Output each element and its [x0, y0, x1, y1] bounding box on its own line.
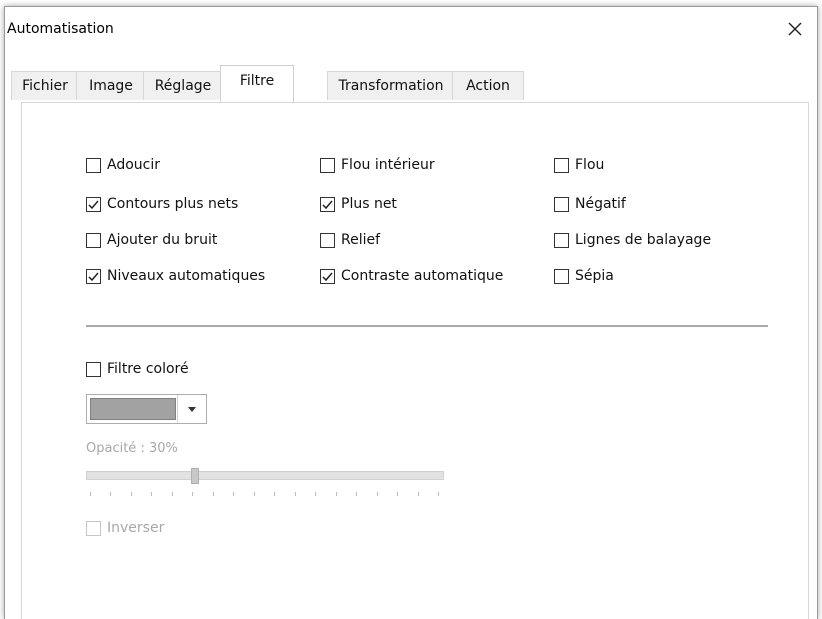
- checkbox-label: Sépia: [575, 268, 614, 284]
- chevron-down-icon: [188, 406, 196, 412]
- color-picker-dropdown[interactable]: [86, 394, 207, 424]
- checkbox-label: Relief: [341, 232, 381, 248]
- checkbox-label: Niveaux automatiques: [107, 268, 266, 284]
- checkbox-box[interactable]: [86, 361, 101, 377]
- filter-panel: Adoucir Flou intérieur Flou Contours plu…: [21, 102, 809, 619]
- checkbox-box[interactable]: [86, 268, 101, 284]
- opacity-slider[interactable]: [86, 468, 444, 484]
- checkbox-sepia[interactable]: Sépia: [554, 268, 614, 284]
- checkmark-icon: [322, 272, 333, 281]
- slider-tick: [90, 492, 91, 496]
- tab-filtre[interactable]: Filtre: [220, 65, 294, 102]
- slider-tick: [110, 492, 111, 496]
- title-bar: Automatisation: [5, 7, 817, 51]
- opacity-label: Opacité : 30%: [86, 441, 178, 456]
- checkbox-plus-net[interactable]: Plus net: [320, 196, 397, 212]
- slider-thumb[interactable]: [191, 468, 199, 484]
- checkmark-icon: [322, 200, 333, 209]
- checkbox-relief[interactable]: Relief: [320, 232, 380, 248]
- checkbox-label: Flou: [575, 157, 605, 173]
- slider-tick: [438, 492, 439, 496]
- checkbox-adoucir[interactable]: Adoucir: [86, 157, 160, 173]
- checkbox-box[interactable]: [554, 196, 569, 212]
- automation-dialog: Automatisation Fichier Image Réglage Fil…: [4, 6, 818, 619]
- checkbox-box[interactable]: [86, 157, 101, 173]
- window-title: Automatisation: [7, 21, 114, 37]
- checkbox-lignes-de-balayage[interactable]: Lignes de balayage: [554, 232, 711, 248]
- checkbox-label: Flou intérieur: [341, 157, 435, 173]
- checkbox-label: Négatif: [575, 196, 626, 212]
- slider-tick: [172, 492, 173, 496]
- checkbox-flou[interactable]: Flou: [554, 157, 604, 173]
- dropdown-button[interactable]: [177, 395, 206, 423]
- checkbox-box[interactable]: [320, 232, 335, 248]
- slider-tick: [192, 492, 193, 496]
- tab-action[interactable]: Action: [452, 71, 524, 100]
- checkbox-filtre-colore[interactable]: Filtre coloré: [86, 361, 189, 377]
- checkbox-box[interactable]: [86, 196, 101, 212]
- slider-tick: [295, 492, 296, 496]
- slider-tick: [356, 492, 357, 496]
- checkbox-label: Filtre coloré: [107, 361, 189, 377]
- close-icon: [788, 22, 802, 36]
- checkbox-flou-interieur[interactable]: Flou intérieur: [320, 157, 435, 173]
- checkbox-negatif[interactable]: Négatif: [554, 196, 626, 212]
- slider-tick: [315, 492, 316, 496]
- checkbox-niveaux-automatiques[interactable]: Niveaux automatiques: [86, 268, 265, 284]
- checkbox-inverser[interactable]: Inverser: [86, 520, 164, 536]
- tab-reglage[interactable]: Réglage: [143, 71, 223, 100]
- checkbox-label: Lignes de balayage: [575, 232, 712, 248]
- checkbox-box[interactable]: [320, 196, 335, 212]
- checkbox-label: Ajouter du bruit: [107, 232, 218, 248]
- slider-ticks: [86, 492, 444, 496]
- separator: [86, 325, 768, 327]
- checkbox-label: Inverser: [107, 520, 165, 536]
- tab-fichier[interactable]: Fichier: [11, 71, 79, 100]
- checkbox-box[interactable]: [554, 268, 569, 284]
- tab-transformation[interactable]: Transformation: [327, 71, 455, 100]
- checkbox-box[interactable]: [320, 157, 335, 173]
- checkbox-ajouter-du-bruit[interactable]: Ajouter du bruit: [86, 232, 217, 248]
- slider-tick: [377, 492, 378, 496]
- checkbox-box[interactable]: [554, 232, 569, 248]
- checkbox-contours-plus-nets[interactable]: Contours plus nets: [86, 196, 238, 212]
- checkbox-label: Contours plus nets: [107, 196, 239, 212]
- slider-tick: [274, 492, 275, 496]
- slider-tick: [254, 492, 255, 496]
- slider-tick: [336, 492, 337, 496]
- checkbox-box[interactable]: [86, 520, 101, 536]
- slider-tick: [151, 492, 152, 496]
- checkbox-label: Plus net: [341, 196, 397, 212]
- checkmark-icon: [88, 200, 99, 209]
- checkmark-icon: [88, 272, 99, 281]
- checkbox-label: Contraste automatique: [341, 268, 504, 284]
- checkbox-box[interactable]: [554, 157, 569, 173]
- slider-tick: [418, 492, 419, 496]
- slider-tick: [233, 492, 234, 496]
- slider-tick: [131, 492, 132, 496]
- checkbox-box[interactable]: [86, 232, 101, 248]
- checkbox-label: Adoucir: [107, 157, 160, 173]
- slider-tick: [397, 492, 398, 496]
- tab-image[interactable]: Image: [76, 71, 146, 100]
- close-button[interactable]: [777, 13, 813, 45]
- checkbox-box[interactable]: [320, 268, 335, 284]
- slider-tick: [213, 492, 214, 496]
- checkbox-contraste-automatique[interactable]: Contraste automatique: [320, 268, 503, 284]
- color-swatch: [90, 398, 176, 420]
